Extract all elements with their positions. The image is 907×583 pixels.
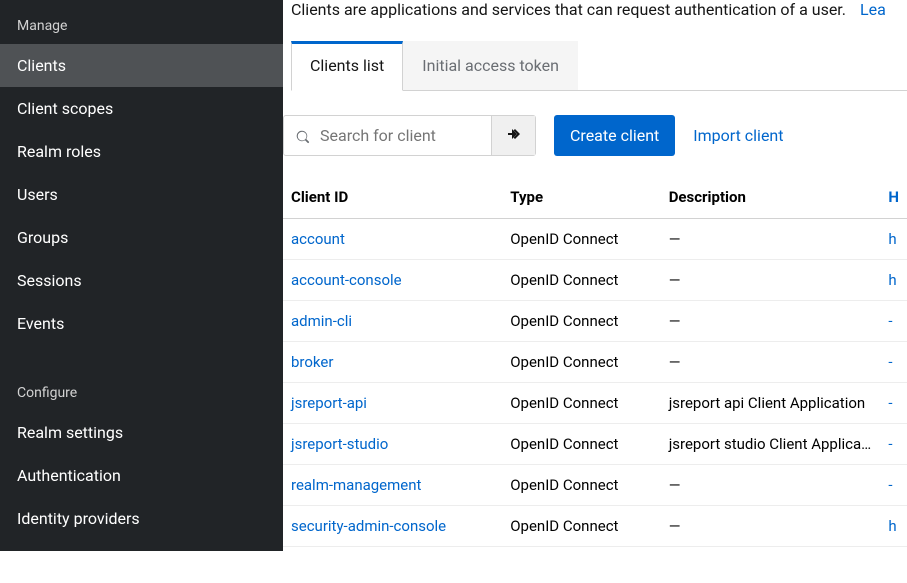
client-url[interactable]: h [880,506,907,547]
client-url[interactable]: h [880,219,907,260]
table-row: broker OpenID Connect—- [283,342,907,383]
table-row: jsreport-api OpenID Connectjsreport api C… [283,383,907,424]
client-id-link[interactable]: account [291,230,345,248]
client-description: jsreport api Client Application [661,383,881,424]
arrow-right-icon [506,126,522,146]
sidebar-item-events[interactable]: Events [0,302,283,345]
client-id-link[interactable]: broker [291,353,333,371]
column-header-h[interactable]: H [880,176,907,219]
page-description: Clients are applications and services th… [291,0,846,19]
column-header-client-id[interactable]: Client ID [283,176,502,219]
client-id-link[interactable]: realm-management [291,476,421,494]
import-client-button[interactable]: Import client [693,126,783,145]
sidebar-section-manage: Manage [0,8,283,44]
client-type: OpenID Connect [502,260,660,301]
sidebar-item-realm-settings[interactable]: Realm settings [0,411,283,454]
create-client-button[interactable]: Create client [554,115,675,156]
client-description: — [661,506,881,547]
client-url: - [880,465,907,506]
table-row: admin-cli OpenID Connect—- [283,301,907,342]
search-icon [296,129,310,148]
clients-table: Client IDTypeDescriptionH account OpenID … [283,176,907,547]
client-type: OpenID Connect [502,465,660,506]
sidebar-item-users[interactable]: Users [0,173,283,216]
client-id-link[interactable]: jsreport-studio [291,435,388,453]
client-url: - [880,383,907,424]
client-type: OpenID Connect [502,506,660,547]
sidebar-item-user-federation[interactable]: User federation [0,540,283,583]
table-row: realm-management OpenID Connect—- [283,465,907,506]
client-type: OpenID Connect [502,383,660,424]
tab-initial-access-token[interactable]: Initial access token [403,41,578,90]
sidebar-section-configure: Configure [0,375,283,411]
client-url[interactable]: h [880,260,907,301]
client-description: jsreport studio Client Applicati… [661,424,881,465]
sidebar-item-client-scopes[interactable]: Client scopes [0,87,283,130]
search-input[interactable] [284,116,491,155]
table-row: jsreport-studio OpenID Connectjsreport st… [283,424,907,465]
client-description: — [661,219,881,260]
sidebar-item-identity-providers[interactable]: Identity providers [0,497,283,540]
client-description: — [661,342,881,383]
sidebar: ManageClientsClient scopesRealm rolesUse… [0,0,283,551]
client-id-link[interactable]: admin-cli [291,312,352,330]
learn-more-link[interactable]: Lea [860,0,886,19]
table-row: account OpenID Connect—h [283,219,907,260]
search-submit-button[interactable] [491,116,535,155]
client-id-link[interactable]: account-console [291,271,402,289]
client-url: - [880,424,907,465]
client-description: — [661,301,881,342]
tabs: Clients listInitial access token [291,41,907,91]
column-header-type[interactable]: Type [502,176,660,219]
client-type: OpenID Connect [502,424,660,465]
client-description: — [661,260,881,301]
client-id-link[interactable]: security-admin-console [291,517,446,535]
client-url: - [880,342,907,383]
client-url: - [880,301,907,342]
search-wrap [283,115,536,156]
table-row: security-admin-console OpenID Connect—h [283,506,907,547]
client-type: OpenID Connect [502,301,660,342]
main-content: Clients are applications and services th… [283,0,907,551]
client-type: OpenID Connect [502,342,660,383]
sidebar-item-realm-roles[interactable]: Realm roles [0,130,283,173]
toolbar: Create client Import client [283,91,907,156]
tab-clients-list[interactable]: Clients list [291,41,403,91]
client-type: OpenID Connect [502,219,660,260]
column-header-description[interactable]: Description [661,176,881,219]
sidebar-item-clients[interactable]: Clients [0,44,283,87]
table-row: account-console OpenID Connect—h [283,260,907,301]
sidebar-item-groups[interactable]: Groups [0,216,283,259]
sidebar-item-authentication[interactable]: Authentication [0,454,283,497]
client-id-link[interactable]: jsreport-api [291,394,367,412]
client-description: — [661,465,881,506]
sidebar-item-sessions[interactable]: Sessions [0,259,283,302]
